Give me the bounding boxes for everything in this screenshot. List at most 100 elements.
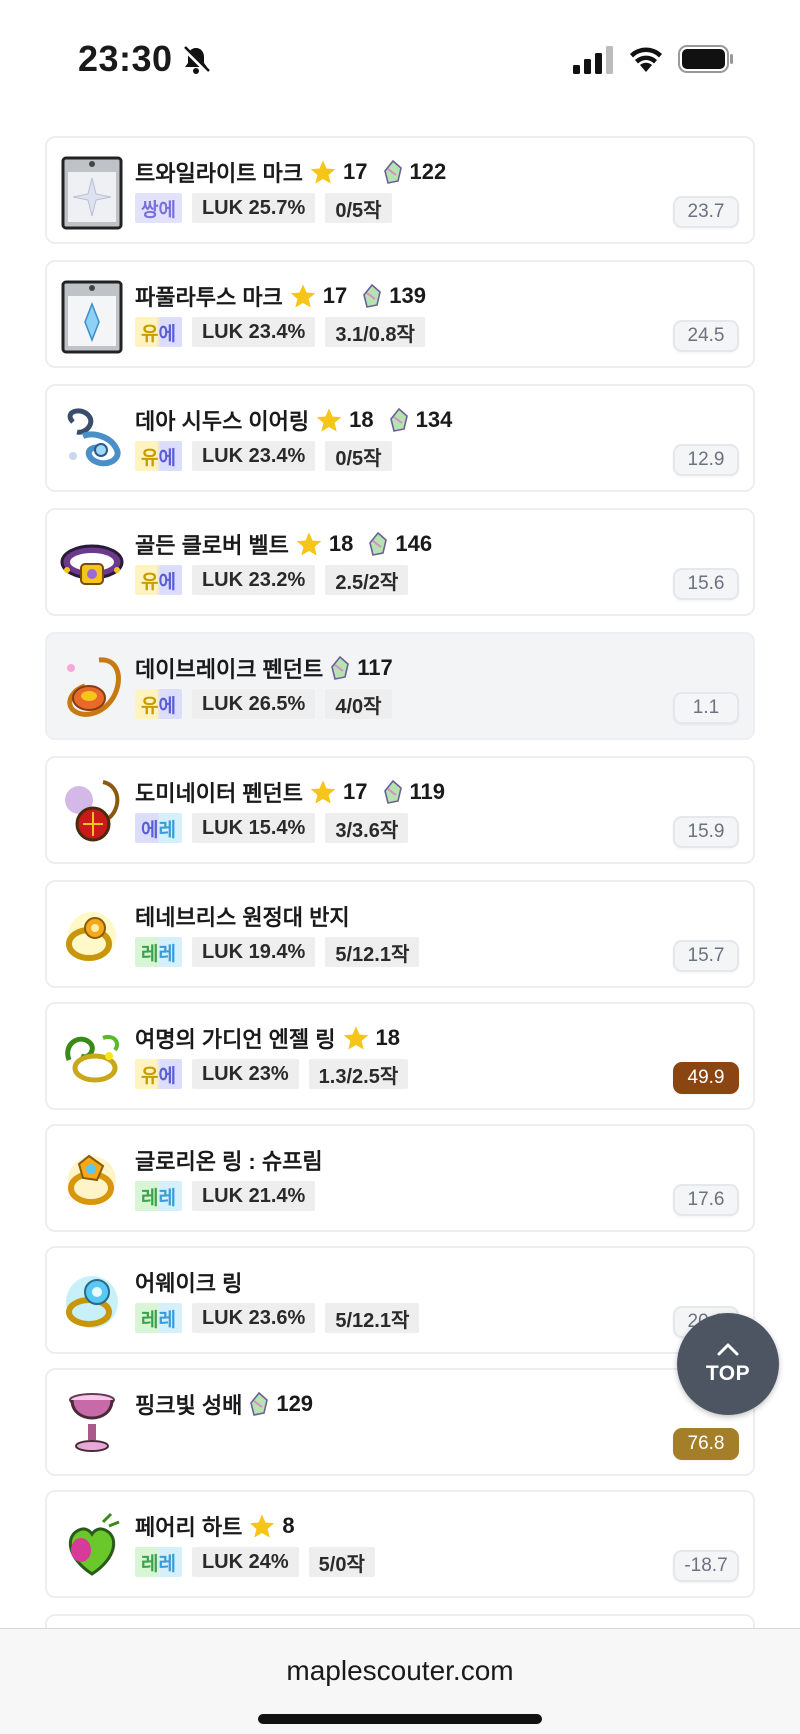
score-badge: 76.8	[673, 1428, 739, 1460]
additional-option-value: 139	[389, 283, 426, 308]
item-card[interactable]: 페어리 하트 8 레레 LUK 24% 5/0작 -18.7	[45, 1490, 755, 1598]
scroll-tag: 0/5작	[325, 193, 392, 223]
starforce-value: 18	[375, 1025, 400, 1050]
stat-tag: LUK 23.2%	[191, 565, 316, 595]
item-card[interactable]: 도미네이터 펜던트 17 119 에레 LUK 15.4% 3/3.6작 15.…	[45, 756, 755, 864]
stat-tag: LUK 26.5%	[191, 689, 316, 719]
home-indicator[interactable]	[258, 1714, 542, 1724]
soul-gem-icon	[389, 407, 408, 432]
soul-gem-icon	[383, 159, 402, 184]
score-badge: -18.7	[673, 1550, 739, 1582]
grade-badge: 레레	[135, 1181, 182, 1211]
top-button-label: TOP	[705, 1362, 751, 1385]
item-name: 어웨이크 링	[135, 1271, 243, 1296]
starforce-value: 17	[343, 159, 368, 184]
scroll-tag: 5/12.1작	[325, 1303, 420, 1333]
score-badge: 24.5	[673, 320, 739, 352]
item-name: 트와일라이트 마크	[135, 161, 304, 186]
stat-tag: LUK 19.4%	[191, 937, 316, 967]
grade-badge: 레레	[135, 1547, 182, 1577]
browser-bottom-bar: maplescouter.com	[0, 1628, 800, 1734]
scroll-tag: 3/3.6작	[325, 813, 409, 843]
score-badge: 15.6	[673, 568, 739, 600]
battery-icon	[678, 45, 733, 73]
chevron-up-icon	[717, 1343, 739, 1356]
item-name: 파풀라투스 마크	[135, 285, 283, 310]
scroll-tag: 1.3/2.5작	[308, 1059, 409, 1089]
additional-option-value: 134	[415, 407, 453, 432]
star-icon	[290, 284, 316, 308]
scroll-to-top-button[interactable]: TOP	[677, 1313, 779, 1415]
item-card[interactable]: 테네브리스 원정대 반지 레레 LUK 19.4% 5/12.1작 15.7	[45, 880, 755, 988]
additional-option-value: 117	[357, 655, 393, 680]
starforce-value: 17	[343, 779, 368, 804]
item-card[interactable]: 데이브레이크 펜던트 117 유에 LUK 26.5% 4/0작 1.1	[45, 632, 755, 740]
scroll-tag: 0/5작	[325, 441, 392, 471]
fairy-heart-icon	[68, 1512, 120, 1576]
item-card[interactable]: 트와일라이트 마크 17 122 쌍에 LUK 25.7% 0/5작 23.7	[45, 136, 755, 244]
twilight-mark-icon	[61, 156, 123, 230]
grade-badge: 쌍에	[135, 193, 182, 223]
item-name: 테네브리스 원정대 반지	[135, 905, 350, 930]
item-name: 글로리온 링 : 슈프림	[135, 1149, 323, 1174]
stat-tag: LUK 24%	[191, 1547, 299, 1577]
item-card[interactable]: 핑크빛 성배 129 76.8	[45, 1368, 755, 1476]
stat-tag: LUK 23.6%	[191, 1303, 316, 1333]
cellular-signal-icon	[573, 46, 613, 74]
starforce-value: 18	[328, 531, 354, 556]
additional-option-value: 119	[409, 779, 446, 804]
address-bar-url[interactable]: maplescouter.com	[0, 1655, 800, 1687]
starforce-value: 17	[322, 283, 348, 308]
item-name: 데이브레이크 펜던트	[135, 657, 324, 682]
pink-holy-cup-icon	[69, 1393, 115, 1452]
status-time: 23:30	[78, 38, 173, 79]
item-name: 도미네이터 펜던트	[135, 781, 304, 806]
soul-gem-icon	[369, 531, 388, 556]
stat-tag: LUK 25.7%	[191, 193, 316, 223]
additional-option-value: 146	[395, 531, 433, 556]
scroll-tag: 5/0작	[308, 1547, 375, 1577]
item-card[interactable]: 어웨이크 링 레레 LUK 23.6% 5/12.1작 20.2	[45, 1246, 755, 1354]
score-badge: 12.9	[673, 444, 739, 476]
grade-badge: 유에	[135, 565, 182, 595]
star-icon	[250, 1514, 275, 1538]
scroll-tag: 2.5/2작	[325, 565, 409, 595]
score-badge: 15.9	[673, 816, 739, 848]
scroll-tag: 5/12.1작	[325, 937, 420, 967]
scroll-tag: 3.1/0.8작	[325, 317, 425, 347]
golden-clover-belt-icon	[60, 544, 124, 585]
item-card[interactable]: 여명의 가디언 엔젤 링 18 유에 LUK 23% 1.3/2.5작 49.9	[45, 1002, 755, 1110]
soul-gem-icon	[383, 779, 402, 804]
item-name: 여명의 가디언 엔젤 링	[135, 1027, 336, 1052]
score-badge: 49.9	[673, 1062, 739, 1094]
item-name: 골든 클로버 벨트	[135, 533, 289, 558]
item-card[interactable]: 파풀라투스 마크 17 139 유에 LUK 23.4% 3.1/0.8작 24…	[45, 260, 755, 368]
item-name: 데아 시두스 이어링	[135, 409, 310, 434]
stat-tag: LUK 15.4%	[191, 813, 316, 843]
grade-badge: 유에	[135, 689, 182, 719]
dominator-pendant-icon	[65, 780, 120, 842]
soul-gem-icon	[331, 655, 350, 680]
bell-slash-icon	[182, 46, 210, 74]
starforce-value: 8	[282, 1513, 295, 1538]
grade-badge: 유에	[135, 441, 182, 471]
dea-sidus-earring-icon	[67, 408, 121, 467]
star-icon	[343, 1026, 368, 1050]
item-card[interactable]: 골든 클로버 벨트 18 146 유에 LUK 23.2% 2.5/2작 15.…	[45, 508, 755, 616]
score-badge: 1.1	[673, 692, 739, 724]
papulatus-mark-icon	[61, 280, 123, 354]
guardian-angel-ring-icon	[65, 1035, 120, 1083]
daybreak-pendant-icon	[67, 657, 121, 717]
awake-ring-icon	[66, 1276, 118, 1328]
grade-badge: 레레	[135, 1303, 182, 1333]
score-badge: 17.6	[673, 1184, 739, 1216]
status-bar: 23:30	[0, 0, 800, 110]
score-badge: 23.7	[673, 196, 739, 228]
grade-badge: 레레	[135, 937, 182, 967]
tenebris-ring-icon	[66, 912, 116, 961]
item-card[interactable]: 데아 시두스 이어링 18 134 유에 LUK 23.4% 0/5작 12.9	[45, 384, 755, 492]
additional-option-value: 129	[276, 1391, 314, 1416]
star-icon	[310, 780, 336, 804]
star-icon	[296, 532, 322, 556]
item-card[interactable]: 글로리온 링 : 슈프림 레레 LUK 21.4% 17.6	[45, 1124, 755, 1232]
